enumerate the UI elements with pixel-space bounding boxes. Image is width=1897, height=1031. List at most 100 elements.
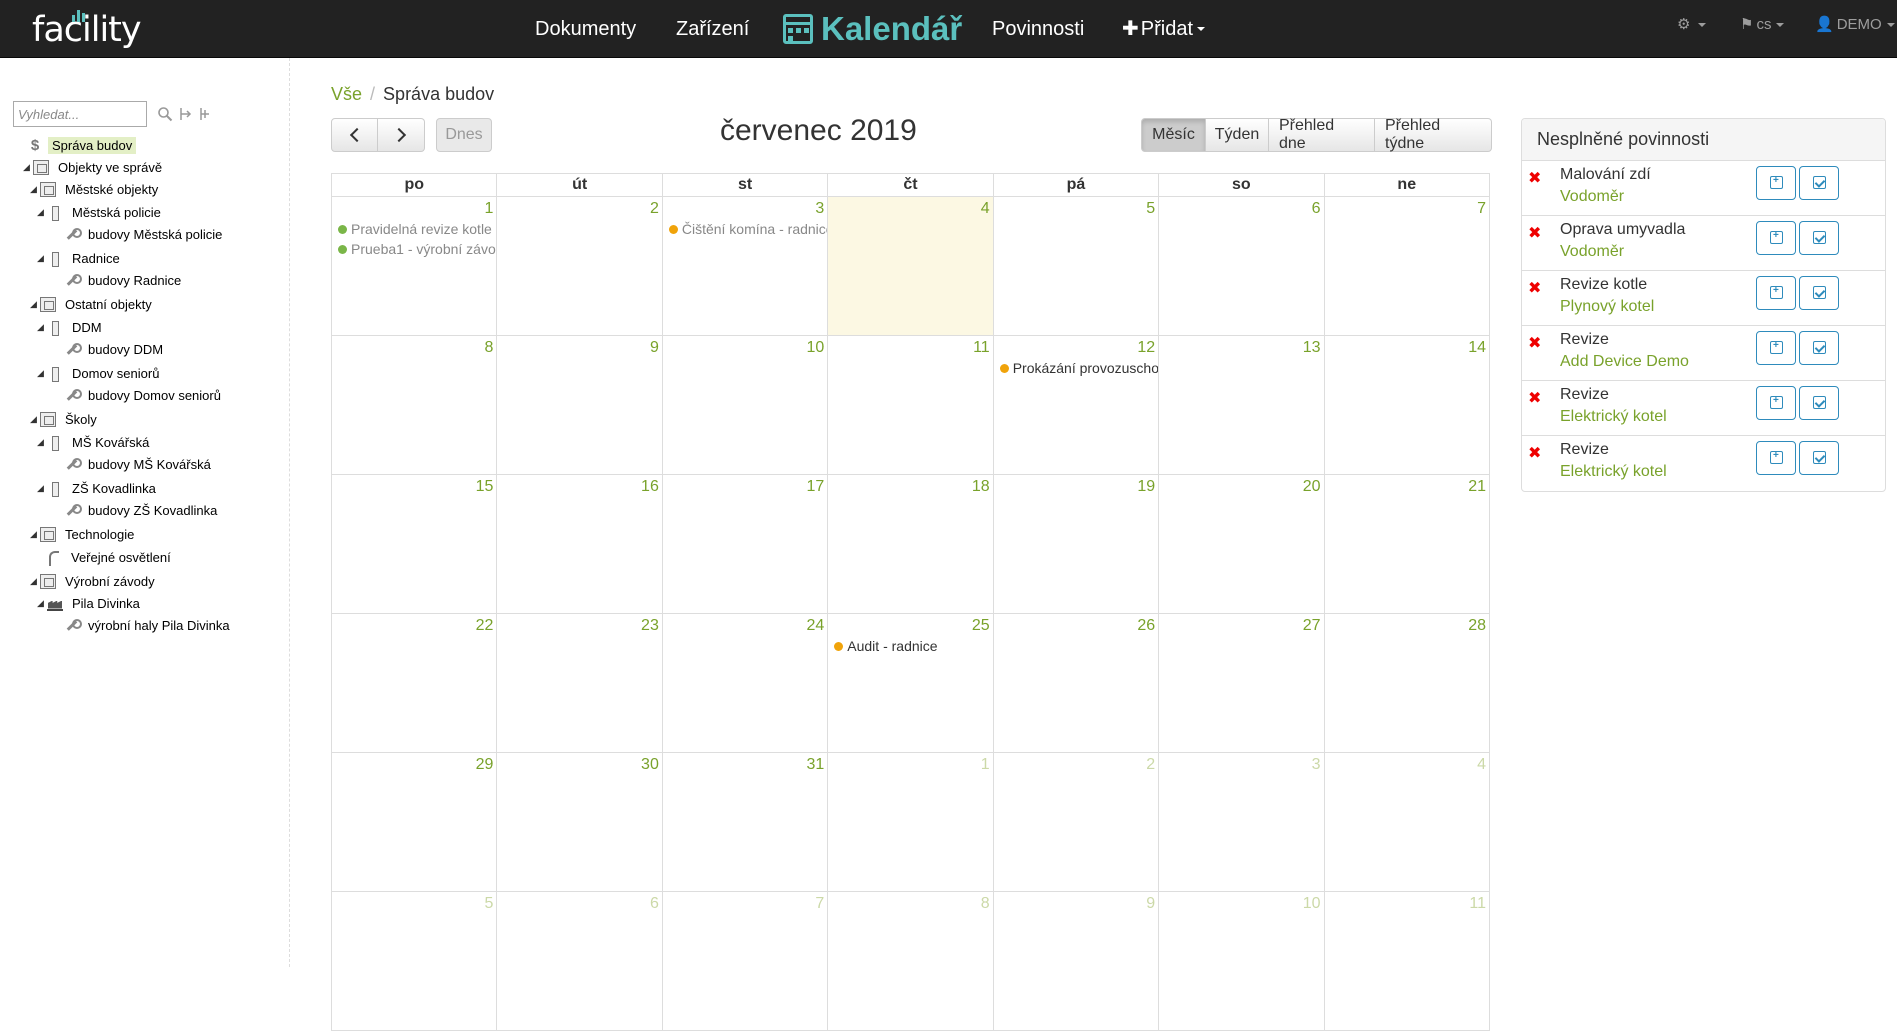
tree-node-label[interactable]: Městské objekty	[61, 181, 162, 198]
settings-dropdown[interactable]: ⚙	[1677, 0, 1707, 50]
tree-node[interactable]: ◢ Školy	[30, 409, 101, 429]
calendar-day[interactable]: 12 Prokázání provozuscho	[992, 335, 1160, 475]
tree-toggle-icon[interactable]: ◢	[37, 207, 47, 218]
calendar-day[interactable]: 25 Audit - radnice	[827, 613, 994, 753]
tree-node[interactable]: ◢ Městská policie	[37, 202, 165, 222]
tree-node-label[interactable]: Správa budov	[48, 136, 137, 154]
tree-node[interactable]: výrobní haly Pila Divinka	[53, 615, 234, 635]
tree-node-label[interactable]: budovy Radnice	[84, 272, 185, 289]
schedule-duty-button[interactable]	[1756, 276, 1796, 310]
tree-toggle-icon[interactable]: ◢	[30, 529, 40, 540]
tree-node[interactable]: budovy DDM	[53, 339, 167, 359]
prev-month-button[interactable]	[331, 118, 378, 152]
calendar-day[interactable]: 29	[330, 752, 498, 892]
complete-duty-button[interactable]	[1799, 331, 1839, 365]
tree-toggle-icon[interactable]: ◢	[37, 368, 47, 379]
calendar-event[interactable]: Čištění komína - radnice	[663, 219, 827, 239]
calendar-day[interactable]: 19	[992, 474, 1160, 614]
calendar-day[interactable]: 3 Čištění komína - radnice	[661, 196, 829, 336]
calendar-event[interactable]: Prueba1 - výrobní závod	[333, 239, 496, 259]
tree-node-label[interactable]: ZŠ Kovadlinka	[68, 480, 160, 497]
tree-node-label[interactable]: výrobní haly Pila Divinka	[84, 617, 234, 634]
tree-node[interactable]: $ Správa budov	[17, 135, 137, 155]
duty-device-link[interactable]: Elektrický kotel	[1560, 408, 1667, 426]
calendar-day[interactable]: 5	[330, 891, 498, 1031]
calendar-day[interactable]: 17	[661, 474, 829, 614]
calendar-day[interactable]: 6	[1158, 196, 1325, 336]
tree-toggle-icon[interactable]: ◢	[37, 437, 47, 448]
calendar-day[interactable]: 26	[992, 613, 1160, 753]
view-day-overview-button[interactable]: Přehled dne	[1269, 117, 1375, 152]
calendar-day[interactable]: 10	[1158, 891, 1325, 1031]
tree-toggle-icon[interactable]: ◢	[37, 483, 47, 494]
calendar-day[interactable]: 21	[1323, 474, 1491, 614]
duty-device-link[interactable]: Vodoměr	[1560, 188, 1624, 206]
calendar-day[interactable]: 30	[496, 752, 663, 892]
calendar-day[interactable]: 9	[992, 891, 1160, 1031]
tree-node-label[interactable]: budovy MŠ Kovářská	[84, 456, 215, 473]
tree-node-label[interactable]: budovy DDM	[84, 341, 167, 358]
calendar-day[interactable]: 7	[1323, 196, 1491, 336]
tree-toggle-icon[interactable]: ◢	[30, 576, 40, 587]
calendar-day[interactable]: 5	[992, 196, 1160, 336]
tree-toggle-icon[interactable]: ◢	[30, 299, 40, 310]
tree-node[interactable]: ◢ Pila Divinka	[37, 593, 144, 613]
calendar-day[interactable]: 2	[496, 196, 663, 336]
schedule-duty-button[interactable]	[1756, 166, 1796, 200]
tree-node[interactable]: ◢ Domov seniorů	[37, 363, 163, 383]
breadcrumb-root-link[interactable]: Vše	[331, 84, 362, 105]
tree-toggle-icon[interactable]: ◢	[37, 253, 47, 264]
complete-duty-button[interactable]	[1799, 221, 1839, 255]
tree-node[interactable]: ◢ Technologie	[30, 524, 138, 544]
duty-device-link[interactable]: Vodoměr	[1560, 243, 1624, 261]
facility-logo[interactable]: facility	[32, 10, 142, 50]
nav-pridat-dropdown[interactable]: ✚ Přidat	[1122, 0, 1206, 58]
calendar-day[interactable]: 4	[1323, 752, 1491, 892]
tree-node[interactable]: ◢ Výrobní závody	[30, 571, 159, 591]
tree-node[interactable]: ◢ MŠ Kovářská	[37, 432, 153, 452]
tree-node[interactable]: Veřejné osvětlení	[36, 547, 175, 567]
calendar-day[interactable]: 22	[330, 613, 498, 753]
schedule-duty-button[interactable]	[1756, 441, 1796, 475]
calendar-day[interactable]: 9	[496, 335, 663, 475]
user-dropdown[interactable]: 👤 DEMO	[1815, 0, 1895, 50]
calendar-day[interactable]: 8	[827, 891, 994, 1031]
tree-node[interactable]: budovy ZŠ Kovadlinka	[53, 500, 221, 520]
tree-node[interactable]: ◢ Objekty ve správě	[23, 157, 166, 177]
collapse-all-icon[interactable]	[197, 106, 213, 122]
tree-toggle-icon[interactable]: ◢	[37, 598, 47, 609]
search-icon[interactable]	[157, 106, 173, 122]
calendar-day[interactable]: 13	[1158, 335, 1325, 475]
complete-duty-button[interactable]	[1799, 441, 1839, 475]
calendar-day[interactable]: 15	[330, 474, 498, 614]
tree-node-label[interactable]: DDM	[68, 319, 106, 336]
tree-node[interactable]: budovy MŠ Kovářská	[53, 454, 215, 474]
calendar-day[interactable]: 23	[496, 613, 663, 753]
calendar-event[interactable]: Audit - radnice	[829, 636, 992, 656]
tree-node-label[interactable]: Domov seniorů	[68, 365, 163, 382]
calendar-day[interactable]: 7	[661, 891, 829, 1031]
tree-node-label[interactable]: Objekty ve správě	[54, 159, 166, 176]
duty-name[interactable]: Oprava umyvadla	[1560, 221, 1685, 239]
view-week-button[interactable]: Týden	[1206, 118, 1269, 152]
tree-toggle-icon[interactable]: ◢	[30, 414, 40, 425]
tree-node[interactable]: ◢ Ostatní objekty	[30, 294, 156, 314]
calendar-day[interactable]: 1	[827, 752, 994, 892]
calendar-day[interactable]: 28	[1323, 613, 1491, 753]
calendar-day[interactable]: 11	[1323, 891, 1491, 1031]
tree-node[interactable]: budovy Radnice	[53, 270, 185, 290]
tree-node[interactable]: budovy Domov seniorů	[53, 385, 225, 405]
tree-node[interactable]: ◢ Městské objekty	[30, 179, 162, 199]
duty-name[interactable]: Malování zdí	[1560, 166, 1651, 184]
tree-node-label[interactable]: budovy ZŠ Kovadlinka	[84, 502, 221, 519]
tree-toggle-icon[interactable]: ◢	[23, 162, 33, 173]
today-button[interactable]: Dnes	[436, 118, 492, 152]
tree-node-label[interactable]: Ostatní objekty	[61, 296, 156, 313]
duty-device-link[interactable]: Elektrický kotel	[1560, 463, 1667, 481]
tree-toggle-icon[interactable]: ◢	[30, 184, 40, 195]
calendar-day[interactable]: 3	[1158, 752, 1325, 892]
duty-name[interactable]: Revize kotle	[1560, 276, 1647, 294]
calendar-day[interactable]: 24	[661, 613, 829, 753]
tree-node-label[interactable]: Městská policie	[68, 204, 165, 221]
calendar-day[interactable]: 1 Pravidelná revize kotle - Prueba1 - výro…	[330, 196, 498, 336]
